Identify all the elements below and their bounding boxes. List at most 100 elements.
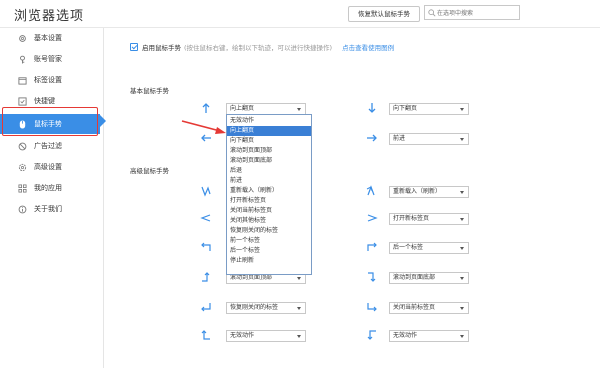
dropdown-option[interactable]: 打开新标签页	[227, 196, 311, 206]
gesture-action-value: 恢复刚关闭的标签	[230, 304, 279, 311]
gesture-action-select[interactable]: 前进	[389, 133, 469, 145]
apps-icon	[18, 183, 27, 193]
gesture-action-select[interactable]: 后一个标签	[389, 242, 469, 254]
sidebar-item-ad-filter[interactable]: 广告过滤	[0, 136, 104, 156]
dropdown-option[interactable]: 滚动到页面底部	[227, 156, 311, 166]
gesture-action-value: 关闭当前标签页	[393, 304, 436, 311]
key-icon	[18, 55, 27, 64]
sidebar-item-label: 广告过滤	[34, 142, 62, 150]
chevron-down-icon	[460, 307, 464, 310]
chevron-down-icon	[297, 307, 301, 310]
block-icon	[18, 142, 27, 151]
gesture-action-value: 滚动到页面底部	[393, 274, 436, 281]
gesture-down-right-icon	[366, 301, 378, 313]
chevron-down-icon	[297, 108, 301, 111]
dropdown-option[interactable]: 滚动到页面顶部	[227, 146, 311, 156]
gesture-right-left-icon	[200, 212, 212, 224]
enable-gestures-hint: (按住鼠标右键，绘制以下轨迹，可以进行快捷操作)	[184, 44, 333, 52]
gesture-left-down-icon	[366, 329, 378, 341]
dropdown-option[interactable]: 向下翻页	[227, 136, 311, 146]
main-panel: 启用鼠标手势 (按住鼠标右键，绘制以下轨迹，可以进行快捷操作) 点击查看使用图例…	[108, 28, 600, 368]
active-indicator	[100, 115, 106, 127]
arrow-up-icon	[200, 102, 212, 114]
dropdown-option[interactable]: 关闭其他标签	[227, 216, 311, 226]
sidebar-item-label: 快捷键	[34, 97, 55, 105]
header-bar: 浏览器选项 恢复默认鼠标手势	[0, 0, 600, 28]
sidebar-item-label: 账号管家	[34, 55, 62, 63]
tab-icon	[18, 76, 27, 85]
chevron-down-icon	[460, 108, 464, 111]
gesture-action-select[interactable]: 无效动作	[389, 330, 469, 342]
dropdown-option[interactable]: 向上翻页	[227, 126, 311, 136]
gesture-down-left-icon	[200, 301, 212, 313]
chevron-down-icon	[460, 138, 464, 141]
sidebar-item-about[interactable]: 关于我们	[0, 199, 104, 219]
chevron-down-icon	[297, 277, 301, 280]
gesture-action-value: 向下翻页	[393, 105, 418, 112]
gesture-action-value: 打开新标签页	[393, 215, 430, 222]
advanced-gear-icon	[18, 163, 27, 172]
gesture-action-value: 无效动作	[230, 332, 255, 339]
gesture-action-value: 前进	[393, 135, 406, 142]
chevron-down-icon	[460, 277, 464, 280]
sidebar-item-advanced[interactable]: 高级设置	[0, 157, 104, 177]
gesture-down-up-icon	[200, 185, 212, 197]
gesture-action-value: 无效动作	[393, 332, 418, 339]
sidebar-item-tabs[interactable]: 标签设置	[0, 70, 104, 90]
sidebar-item-label: 关于我们	[34, 205, 62, 213]
dropdown-option[interactable]: 重新载入（刷新）	[227, 186, 311, 196]
gesture-action-select[interactable]: 向下翻页	[389, 103, 469, 115]
search-icon	[428, 9, 436, 17]
chevron-down-icon	[460, 247, 464, 250]
gesture-action-select[interactable]: 打开新标签页	[389, 213, 469, 225]
arrow-right-icon	[366, 132, 378, 144]
enable-gestures-label: 启用鼠标手势	[142, 44, 181, 52]
chevron-down-icon	[460, 335, 464, 338]
dropdown-option[interactable]: 后退	[227, 166, 311, 176]
sidebar-item-accounts[interactable]: 账号管家	[0, 49, 104, 69]
chevron-down-icon	[297, 335, 301, 338]
gesture-left-up-icon	[200, 329, 212, 341]
search-box[interactable]	[424, 5, 520, 20]
gesture-action-select[interactable]: 滚动到页面底部	[389, 272, 469, 284]
dropdown-option[interactable]: 停止刷新	[227, 256, 311, 266]
dropdown-option[interactable]: 关闭当前标签页	[227, 206, 311, 216]
gesture-up-right-icon	[366, 241, 378, 253]
advanced-gestures-title: 高级鼠标手势	[130, 167, 169, 175]
dropdown-option[interactable]: 恢复刚关闭的标签	[227, 226, 311, 236]
chevron-down-icon	[460, 191, 464, 194]
enable-gestures-checkbox[interactable]	[130, 43, 138, 51]
gesture-action-select[interactable]: 恢复刚关闭的标签	[226, 302, 306, 314]
dropdown-option[interactable]: 前进	[227, 176, 311, 186]
gesture-action-select[interactable]: 重新载入（刷新）	[389, 186, 469, 198]
usage-illustration-link[interactable]: 点击查看使用图例	[342, 42, 394, 52]
dropdown-option[interactable]: 无效动作	[227, 116, 311, 126]
dropdown-option[interactable]: 前一个标签	[227, 236, 311, 246]
gesture-right-down-icon	[366, 271, 378, 283]
dropdown-option[interactable]: 后一个标签	[227, 246, 311, 256]
gesture-action-select[interactable]: 无效动作	[226, 330, 306, 342]
gesture-left-right-icon	[366, 212, 378, 224]
sidebar-item-label: 我的应用	[34, 184, 62, 192]
basic-gestures-title: 基本鼠标手势	[130, 87, 169, 95]
sidebar-item-basic[interactable]: 基本设置	[0, 28, 104, 48]
sidebar-item-label: 基本设置	[34, 34, 62, 42]
sidebar-item-label: 标签设置	[34, 76, 62, 84]
keyboard-icon	[18, 96, 27, 106]
arrow-down-icon	[366, 102, 378, 114]
gesture-action-dropdown[interactable]: 无效动作 向上翻页 向下翻页 滚动到页面顶部 滚动到页面底部 后退 前进 重新载入（刷新） 打开…	[226, 114, 312, 275]
restore-default-gestures-button[interactable]: 恢复默认鼠标手势	[348, 6, 420, 22]
enable-gestures-row: 启用鼠标手势 (按住鼠标右键，绘制以下轨迹，可以进行快捷操作) 点击查看使用图例	[130, 42, 394, 52]
gesture-action-value: 向上翻页	[230, 105, 255, 112]
chevron-down-icon	[460, 218, 464, 221]
search-input[interactable]	[437, 7, 517, 19]
page-title: 浏览器选项	[14, 9, 85, 24]
gesture-up-left-icon	[200, 241, 212, 253]
gesture-action-select[interactable]: 关闭当前标签页	[389, 302, 469, 314]
gesture-action-value: 滚动到页面顶部	[230, 274, 273, 281]
annotation-arrow-icon	[181, 120, 226, 134]
sidebar-item-my-apps[interactable]: 我的应用	[0, 178, 104, 198]
gesture-right-up-icon	[200, 271, 212, 283]
sidebar-item-label: 高级设置	[34, 163, 62, 171]
gesture-action-value: 重新载入（刷新）	[393, 188, 442, 195]
